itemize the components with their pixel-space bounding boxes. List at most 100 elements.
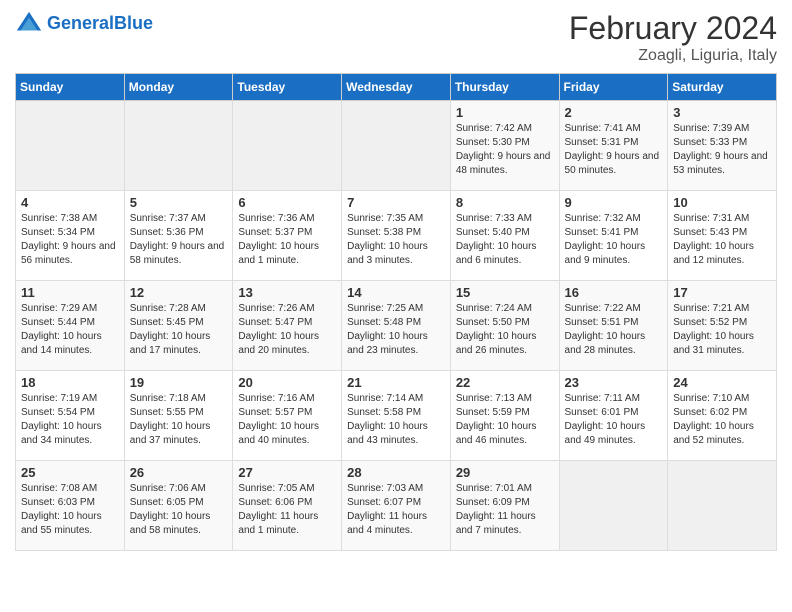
- calendar-cell: [233, 101, 342, 191]
- title-block: February 2024 Zoagli, Liguria, Italy: [569, 10, 777, 65]
- day-number: 17: [673, 285, 771, 300]
- day-info: Sunrise: 7:06 AM Sunset: 6:05 PM Dayligh…: [130, 482, 228, 538]
- calendar-body: 1 Sunrise: 7:42 AM Sunset: 5:30 PM Daylig…: [16, 101, 777, 551]
- calendar-table: SundayMondayTuesdayWednesdayThursdayFrid…: [15, 73, 777, 551]
- day-number: 1: [456, 105, 554, 120]
- day-info: Sunrise: 7:38 AM Sunset: 5:34 PM Dayligh…: [21, 212, 119, 268]
- calendar-cell: 21 Sunrise: 7:14 AM Sunset: 5:58 PM Dayli…: [342, 371, 451, 461]
- calendar-cell: 18 Sunrise: 7:19 AM Sunset: 5:54 PM Dayli…: [16, 371, 125, 461]
- calendar-week-row: 4 Sunrise: 7:38 AM Sunset: 5:34 PM Daylig…: [16, 191, 777, 281]
- calendar-cell: 27 Sunrise: 7:05 AM Sunset: 6:06 PM Dayli…: [233, 461, 342, 551]
- day-of-week-header: Sunday: [16, 74, 125, 101]
- calendar-cell: 15Sunrise: 7:24 AM Sunset: 5:50 PM Dayli…: [450, 281, 559, 371]
- calendar-week-row: 11 Sunrise: 7:29 AM Sunset: 5:44 PM Dayli…: [16, 281, 777, 371]
- day-number: 2: [565, 105, 663, 120]
- day-info: Sunrise: 7:19 AM Sunset: 5:54 PM Dayligh…: [21, 392, 119, 448]
- calendar-cell: [668, 461, 777, 551]
- calendar-cell: 6 Sunrise: 7:36 AM Sunset: 5:37 PM Daylig…: [233, 191, 342, 281]
- calendar-cell: 2 Sunrise: 7:41 AM Sunset: 5:31 PM Daylig…: [559, 101, 668, 191]
- day-number: 7: [347, 195, 445, 210]
- day-info: Sunrise: 7:41 AM Sunset: 5:31 PM Dayligh…: [565, 122, 663, 178]
- day-info: Sunrise: 7:16 AM Sunset: 5:57 PM Dayligh…: [238, 392, 336, 448]
- day-info: Sunrise: 7:10 AM Sunset: 6:02 PM Dayligh…: [673, 392, 771, 448]
- calendar-cell: 28 Sunrise: 7:03 AM Sunset: 6:07 PM Dayli…: [342, 461, 451, 551]
- day-info: Sunrise: 7:21 AM Sunset: 5:52 PM Dayligh…: [673, 302, 771, 358]
- day-info: Sunrise: 7:08 AM Sunset: 6:03 PM Dayligh…: [21, 482, 119, 538]
- calendar-cell: [342, 101, 451, 191]
- day-number: 8: [456, 195, 554, 210]
- calendar-cell: [124, 101, 233, 191]
- calendar-header-row: SundayMondayTuesdayWednesdayThursdayFrid…: [16, 74, 777, 101]
- day-number: 27: [238, 465, 336, 480]
- day-info: Sunrise: 7:35 AM Sunset: 5:38 PM Dayligh…: [347, 212, 445, 268]
- day-info: Sunrise: 7:13 AM Sunset: 5:59 PM Dayligh…: [456, 392, 554, 448]
- day-number: 22: [456, 375, 554, 390]
- day-info: Sunrise: 7:22 AM Sunset: 5:51 PM Dayligh…: [565, 302, 663, 358]
- logo-icon: [15, 10, 43, 38]
- day-of-week-header: Saturday: [668, 74, 777, 101]
- calendar-cell: [559, 461, 668, 551]
- day-of-week-header: Tuesday: [233, 74, 342, 101]
- day-number: 6: [238, 195, 336, 210]
- logo-text: GeneralBlue: [47, 14, 153, 34]
- day-number: 24: [673, 375, 771, 390]
- calendar-cell: 9 Sunrise: 7:32 AM Sunset: 5:41 PM Daylig…: [559, 191, 668, 281]
- day-number: 3: [673, 105, 771, 120]
- calendar-cell: 23 Sunrise: 7:11 AM Sunset: 6:01 PM Dayli…: [559, 371, 668, 461]
- calendar-cell: 22 Sunrise: 7:13 AM Sunset: 5:59 PM Dayli…: [450, 371, 559, 461]
- calendar-cell: 1 Sunrise: 7:42 AM Sunset: 5:30 PM Daylig…: [450, 101, 559, 191]
- day-number: 10: [673, 195, 771, 210]
- day-number: 4: [21, 195, 119, 210]
- day-info: Sunrise: 7:33 AM Sunset: 5:40 PM Dayligh…: [456, 212, 554, 268]
- page-header: GeneralBlue February 2024 Zoagli, Liguri…: [15, 10, 777, 65]
- day-info: Sunrise: 7:28 AM Sunset: 5:45 PM Dayligh…: [130, 302, 228, 358]
- day-number: 5: [130, 195, 228, 210]
- day-info: Sunrise: 7:24 AM Sunset: 5:50 PM Dayligh…: [456, 302, 554, 358]
- day-number: 21: [347, 375, 445, 390]
- day-of-week-header: Thursday: [450, 74, 559, 101]
- day-info: Sunrise: 7:26 AM Sunset: 5:47 PM Dayligh…: [238, 302, 336, 358]
- calendar-cell: 10Sunrise: 7:31 AM Sunset: 5:43 PM Dayli…: [668, 191, 777, 281]
- day-info: Sunrise: 7:25 AM Sunset: 5:48 PM Dayligh…: [347, 302, 445, 358]
- calendar-cell: 26 Sunrise: 7:06 AM Sunset: 6:05 PM Dayli…: [124, 461, 233, 551]
- logo: GeneralBlue: [15, 10, 153, 38]
- calendar-week-row: 1 Sunrise: 7:42 AM Sunset: 5:30 PM Daylig…: [16, 101, 777, 191]
- day-info: Sunrise: 7:42 AM Sunset: 5:30 PM Dayligh…: [456, 122, 554, 178]
- day-number: 25: [21, 465, 119, 480]
- day-info: Sunrise: 7:11 AM Sunset: 6:01 PM Dayligh…: [565, 392, 663, 448]
- day-info: Sunrise: 7:36 AM Sunset: 5:37 PM Dayligh…: [238, 212, 336, 268]
- calendar-cell: 13 Sunrise: 7:26 AM Sunset: 5:47 PM Dayli…: [233, 281, 342, 371]
- day-number: 26: [130, 465, 228, 480]
- calendar-cell: 14 Sunrise: 7:25 AM Sunset: 5:48 PM Dayli…: [342, 281, 451, 371]
- page-title: February 2024: [569, 10, 777, 47]
- calendar-cell: 5Sunrise: 7:37 AM Sunset: 5:36 PM Daylig…: [124, 191, 233, 281]
- day-of-week-header: Wednesday: [342, 74, 451, 101]
- day-info: Sunrise: 7:29 AM Sunset: 5:44 PM Dayligh…: [21, 302, 119, 358]
- day-number: 29: [456, 465, 554, 480]
- day-number: 11: [21, 285, 119, 300]
- logo-blue: Blue: [114, 13, 153, 33]
- calendar-cell: 3Sunrise: 7:39 AM Sunset: 5:33 PM Daylig…: [668, 101, 777, 191]
- day-number: 28: [347, 465, 445, 480]
- day-of-week-header: Friday: [559, 74, 668, 101]
- day-number: 14: [347, 285, 445, 300]
- calendar-cell: 8 Sunrise: 7:33 AM Sunset: 5:40 PM Daylig…: [450, 191, 559, 281]
- day-info: Sunrise: 7:03 AM Sunset: 6:07 PM Dayligh…: [347, 482, 445, 538]
- calendar-cell: 17 Sunrise: 7:21 AM Sunset: 5:52 PM Dayli…: [668, 281, 777, 371]
- day-number: 18: [21, 375, 119, 390]
- day-number: 20: [238, 375, 336, 390]
- day-number: 12: [130, 285, 228, 300]
- day-info: Sunrise: 7:32 AM Sunset: 5:41 PM Dayligh…: [565, 212, 663, 268]
- day-number: 9: [565, 195, 663, 210]
- calendar-cell: 24 Sunrise: 7:10 AM Sunset: 6:02 PM Dayli…: [668, 371, 777, 461]
- day-info: Sunrise: 7:14 AM Sunset: 5:58 PM Dayligh…: [347, 392, 445, 448]
- day-info: Sunrise: 7:05 AM Sunset: 6:06 PM Dayligh…: [238, 482, 336, 538]
- calendar-week-row: 25 Sunrise: 7:08 AM Sunset: 6:03 PM Dayli…: [16, 461, 777, 551]
- day-number: 13: [238, 285, 336, 300]
- page-subtitle: Zoagli, Liguria, Italy: [569, 47, 777, 65]
- calendar-cell: 4 Sunrise: 7:38 AM Sunset: 5:34 PM Daylig…: [16, 191, 125, 281]
- day-number: 16: [565, 285, 663, 300]
- logo-general: General: [47, 13, 114, 33]
- day-number: 23: [565, 375, 663, 390]
- calendar-cell: 11 Sunrise: 7:29 AM Sunset: 5:44 PM Dayli…: [16, 281, 125, 371]
